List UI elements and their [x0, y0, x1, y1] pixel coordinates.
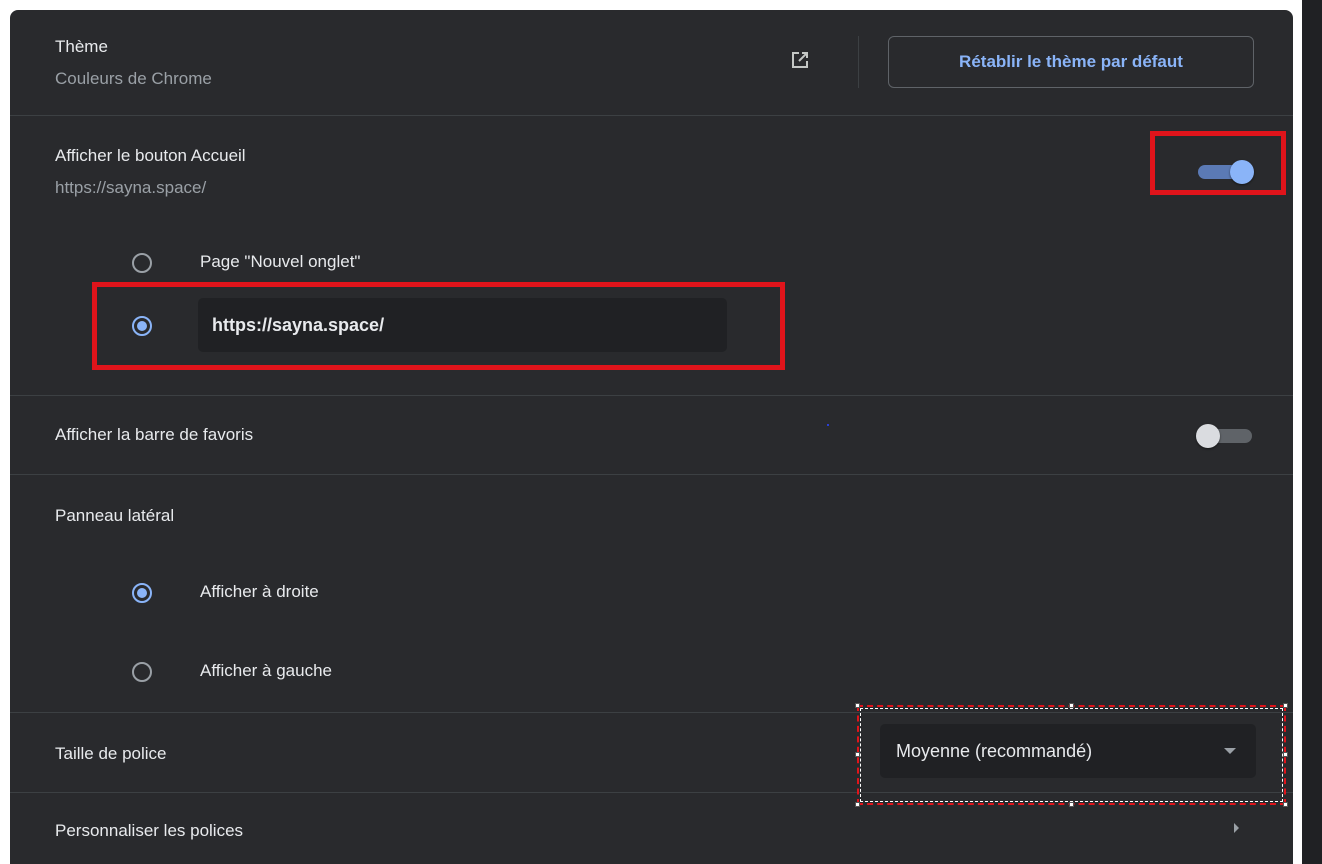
selection-handle [1069, 703, 1074, 708]
stray-pixel [827, 424, 829, 426]
selection-handle [855, 703, 860, 708]
vertical-separator [858, 36, 859, 88]
theme-row[interactable]: Thème Couleurs de Chrome Rétablir le thè… [10, 10, 1293, 115]
chevron-right-icon[interactable] [1234, 823, 1239, 833]
selection-handle [1283, 802, 1288, 807]
radio-label-new-tab-page: Page "Nouvel onglet" [200, 252, 361, 271]
bookmarks-bar-row[interactable]: Afficher la barre de favoris [10, 396, 1293, 474]
appearance-settings-card: Thème Couleurs de Chrome Rétablir le thè… [10, 10, 1293, 864]
home-button-title: Afficher le bouton Accueil [55, 146, 246, 165]
font-size-title: Taille de police [55, 744, 167, 763]
home-url-input[interactable]: https://sayna.space/ [198, 298, 727, 352]
side-panel-title: Panneau latéral [55, 506, 175, 525]
selection-handle [1283, 703, 1288, 708]
dropdown-arrow-icon [1224, 748, 1236, 754]
selection-handle [855, 802, 860, 807]
reset-theme-button[interactable]: Rétablir le thème par défaut [888, 36, 1254, 88]
scroll-gutter [1302, 0, 1322, 864]
bookmarks-bar-title: Afficher la barre de favoris [55, 425, 254, 444]
home-button-row[interactable]: Afficher le bouton Accueil https://sayna… [10, 116, 1293, 216]
radio-show-left[interactable] [132, 662, 152, 682]
side-panel-row: Panneau latéral [10, 475, 1293, 555]
font-size-selected-value: Moyenne (recommandé) [896, 740, 1093, 761]
radio-show-right[interactable] [132, 583, 152, 603]
theme-title: Thème [55, 37, 108, 56]
radio-label-show-left: Afficher à gauche [200, 661, 332, 680]
customize-fonts-title: Personnaliser les polices [55, 821, 244, 840]
font-size-select[interactable]: Moyenne (recommandé) [880, 724, 1256, 778]
radio-label-show-right: Afficher à droite [200, 582, 319, 601]
theme-subtitle: Couleurs de Chrome [55, 69, 212, 88]
selection-handle [855, 752, 860, 757]
customize-fonts-row[interactable]: Personnaliser les polices [10, 793, 1293, 864]
toggle-knob [1196, 424, 1220, 448]
home-button-subtitle: https://sayna.space/ [55, 178, 207, 197]
open-in-new-icon[interactable] [788, 48, 812, 72]
toggle-knob [1230, 160, 1254, 184]
selection-handle [1069, 802, 1074, 807]
selection-handle [1283, 752, 1288, 757]
radio-new-tab-page[interactable] [132, 253, 152, 273]
radio-custom-url[interactable] [132, 316, 152, 336]
